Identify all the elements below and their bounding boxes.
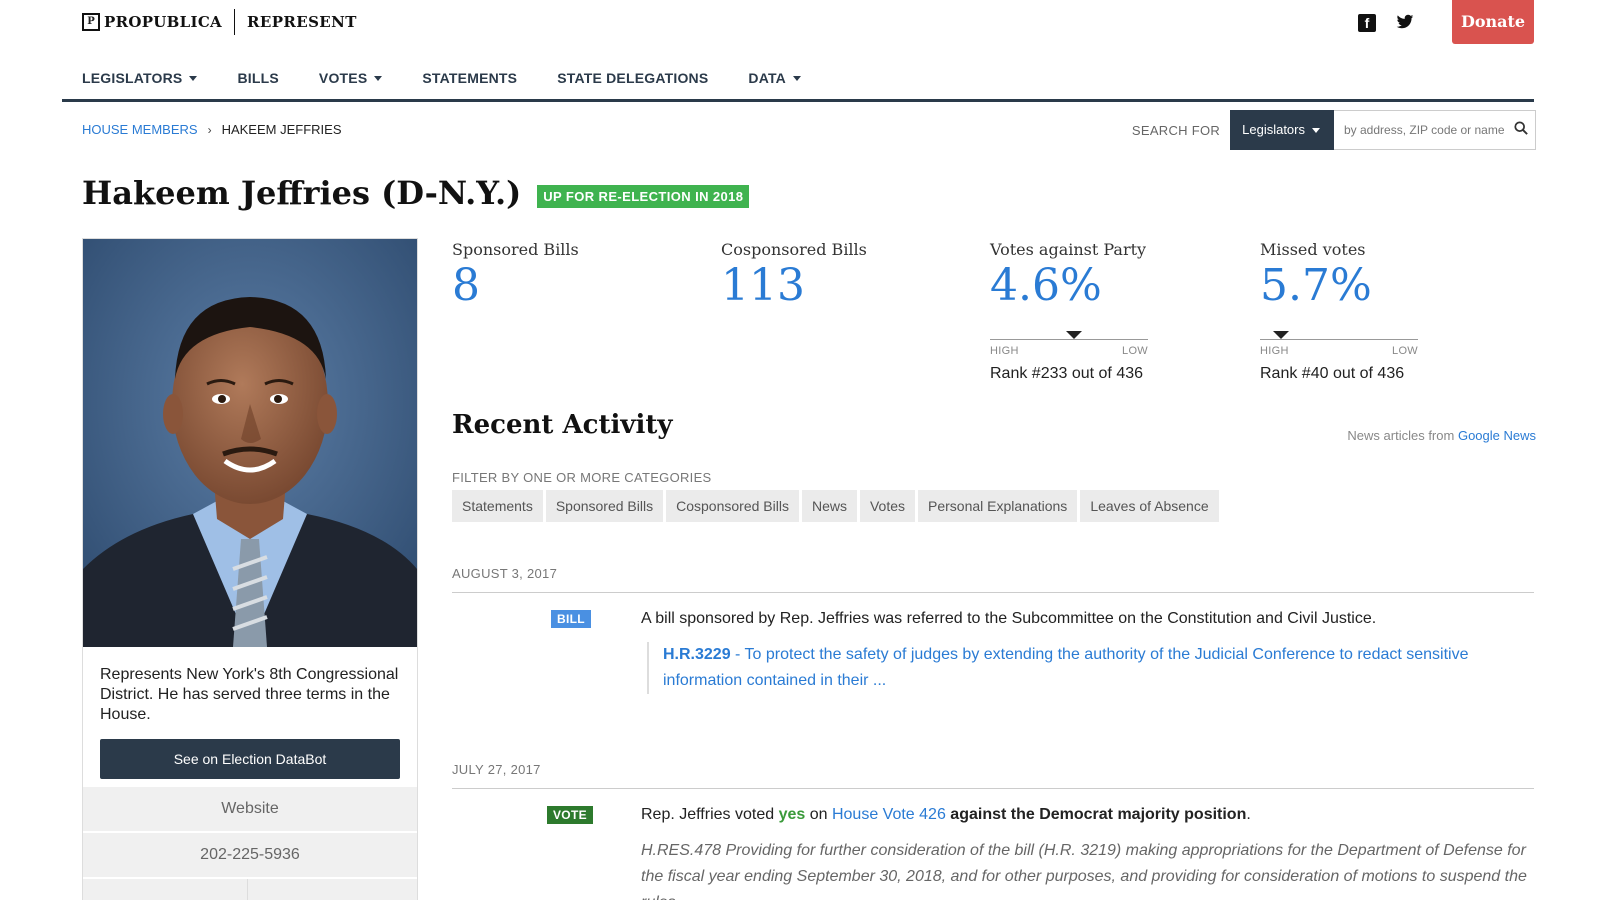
bill-link[interactable]: H.R.3229 - To protect the safety of judg… <box>647 642 1507 694</box>
search-label: SEARCH FOR <box>1131 122 1221 138</box>
chevron-down-icon <box>189 75 198 81</box>
portrait-photo <box>83 239 417 647</box>
search-icon[interactable] <box>1514 121 1528 135</box>
stat-sponsored-bills: Sponsored Bills 8 <box>452 240 682 311</box>
nav-item-legislators[interactable]: LEGISLATORS <box>82 70 198 86</box>
reelection-badge: UP FOR RE-ELECTION IN 2018 <box>537 184 750 208</box>
breadcrumb: HOUSE MEMBERS › HAKEEM JEFFRIES <box>82 122 342 137</box>
bill-summary: - To protect the safety of judges by ext… <box>663 646 1469 689</box>
nav-item-votes[interactable]: VOTES <box>319 70 383 86</box>
contact-row <box>83 879 417 900</box>
breadcrumb-current: HAKEEM JEFFRIES <box>221 122 342 137</box>
nav-item-data[interactable]: DATA <box>748 70 801 86</box>
vote-value: yes <box>778 806 806 823</box>
breadcrumb-separator-icon: › <box>207 122 212 137</box>
stat-value: 5.7% <box>1260 260 1372 311</box>
social-links: f <box>1358 14 1414 32</box>
vote-description: H.RES.478 Providing for further consider… <box>641 842 1527 900</box>
rank-scale: HIGH LOW <box>990 325 1148 357</box>
page-title: Hakeem Jeffries (D-N.Y.) <box>82 174 522 212</box>
brand-divider <box>234 9 235 35</box>
brand-name: PROPUBLICA <box>104 13 222 31</box>
stat-votes-against-party: Votes against Party 4.6% HIGH LOW Rank #… <box>990 240 1220 383</box>
contact-divider <box>247 879 248 900</box>
rank-text: Rank #40 out of 436 <box>1260 365 1405 382</box>
propublica-logo-icon: P <box>82 13 100 31</box>
filter-cosponsored-bills[interactable]: Cosponsored Bills <box>666 490 799 522</box>
chevron-down-icon <box>793 75 801 81</box>
rank-text: Rank #233 out of 436 <box>990 365 1144 382</box>
chevron-down-icon <box>374 75 383 81</box>
stat-value[interactable]: 113 <box>721 261 951 311</box>
top-header: P PROPUBLICA REPRESENT f Donate <box>82 0 1534 46</box>
filter-news[interactable]: News <box>801 490 857 522</box>
bill-number: H.R.3229 <box>663 646 731 663</box>
brand-subtitle: REPRESENT <box>247 13 357 31</box>
activity-date: JULY 27, 2017 <box>452 762 541 777</box>
title-row: Hakeem Jeffries (D-N.Y.) UP FOR RE-ELECT… <box>82 174 750 212</box>
category-filters: Statements Sponsored Bills Cosponsored B… <box>452 490 1219 522</box>
divider <box>452 592 1534 593</box>
bill-badge: BILL <box>551 610 591 628</box>
website-link[interactable]: Website <box>83 787 417 831</box>
google-news-link[interactable]: Google News <box>1458 428 1536 443</box>
filter-sponsored-bills[interactable]: Sponsored Bills <box>545 490 664 522</box>
search-input[interactable] <box>1334 110 1536 150</box>
chevron-down-icon <box>1312 127 1320 133</box>
recent-activity-title: Recent Activity <box>452 410 673 440</box>
filter-personal-explanations[interactable]: Personal Explanations <box>918 490 1078 522</box>
election-databot-button[interactable]: See on Election DataBot <box>100 739 400 779</box>
nav-item-state-delegations[interactable]: STATE DELEGATIONS <box>557 70 708 86</box>
news-source-note: News articles from Google News <box>1347 428 1536 443</box>
brand[interactable]: P PROPUBLICA REPRESENT <box>82 9 357 35</box>
vote-badge: VOTE <box>547 806 593 824</box>
divider <box>452 788 1534 789</box>
breadcrumb-house-members[interactable]: HOUSE MEMBERS <box>82 122 198 137</box>
stat-value: 4.6% <box>990 260 1102 311</box>
filter-votes[interactable]: Votes <box>859 490 915 522</box>
house-vote-link[interactable]: House Vote 426 <box>832 806 946 823</box>
search-type-select[interactable]: Legislators <box>1230 110 1334 150</box>
filter-label: FILTER BY ONE OR MORE CATEGORIES <box>452 470 712 485</box>
vote-text: Rep. Jeffries voted yes on House Vote 42… <box>641 806 1251 823</box>
twitter-icon[interactable] <box>1396 14 1414 32</box>
phone-number: 202-225-5936 <box>83 833 417 877</box>
activity-date: AUGUST 3, 2017 <box>452 566 558 581</box>
filter-statements[interactable]: Statements <box>452 490 543 522</box>
profile-card: Represents New York's 8th Congressional … <box>82 238 418 900</box>
nav-item-statements[interactable]: STATEMENTS <box>422 70 517 86</box>
facebook-icon[interactable]: f <box>1358 14 1376 32</box>
donate-button[interactable]: Donate <box>1452 0 1534 44</box>
rank-scale: HIGH LOW <box>1260 325 1418 357</box>
activity-text: A bill sponsored by Rep. Jeffries was re… <box>641 610 1377 627</box>
search-bar: SEARCH FOR Legislators <box>1132 110 1536 150</box>
stat-missed-votes: Missed votes 5.7% HIGH LOW Rank #40 out … <box>1260 240 1490 383</box>
rank-marker-icon <box>1066 331 1082 339</box>
filter-leaves-of-absence[interactable]: Leaves of Absence <box>1080 490 1219 522</box>
bio-text: Represents New York's 8th Congressional … <box>100 666 399 723</box>
stat-value[interactable]: 8 <box>452 261 682 311</box>
main-nav: LEGISLATORS BILLS VOTES STATEMENTS STATE… <box>62 60 1534 102</box>
stat-cosponsored-bills: Cosponsored Bills 113 <box>721 240 951 311</box>
nav-item-bills[interactable]: BILLS <box>237 70 278 86</box>
rank-marker-icon <box>1273 331 1289 339</box>
